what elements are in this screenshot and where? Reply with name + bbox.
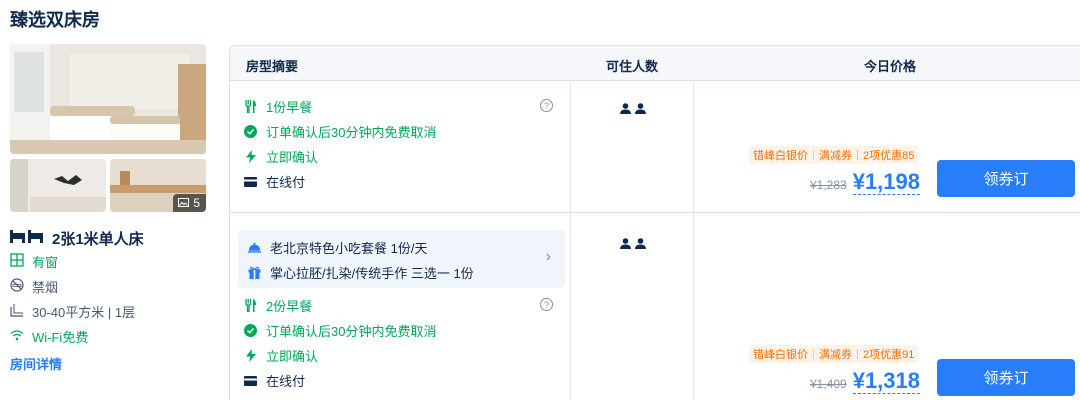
wifi-icon <box>10 329 24 344</box>
room-detail-link[interactable]: 房间详情 <box>10 354 62 373</box>
book-button[interactable]: 领券订 <box>937 160 1075 197</box>
feature-no-smoking: 禁烟 <box>10 277 58 296</box>
room-photo-thumb[interactable] <box>10 159 106 212</box>
feature-label: Wi-Fi免费 <box>32 330 89 345</box>
feature-area: 30-40平方米 | 1层 <box>10 302 135 321</box>
feature-label: 禁烟 <box>32 280 59 295</box>
perk-pay-online: 在线付 <box>244 172 305 191</box>
rate-table: 房型摘要 可住人数 今日价格 1份早餐 ? 订单确认后30分钟内免费取消 立即确… <box>229 45 1080 400</box>
feature-window: 有窗 <box>10 252 58 271</box>
occupancy-icons <box>620 101 646 119</box>
info-icon[interactable]: ? <box>540 99 553 112</box>
feature-label: 有窗 <box>32 255 59 270</box>
price-row: ¥1,409 ¥1,318 <box>810 369 920 394</box>
info-icon[interactable]: ? <box>540 298 553 311</box>
table-header: 房型摘要 可住人数 今日价格 <box>230 46 1080 81</box>
package-item: 掌心拉胚/扎染/传统手作 三选一 1份 <box>248 263 474 282</box>
lightning-icon <box>244 349 257 362</box>
bed-label: 2张1米单人床 <box>52 231 144 248</box>
person-icon <box>620 236 631 254</box>
chevron-right-icon[interactable]: › <box>546 248 551 266</box>
card-icon <box>244 175 257 188</box>
current-price[interactable]: ¥1,318 <box>852 369 920 394</box>
perk-label: 立即确认 <box>266 150 319 165</box>
cloche-icon <box>248 241 261 254</box>
photo-count-badge[interactable]: 5 <box>173 194 206 212</box>
gift-icon <box>248 266 261 279</box>
perk-label: 订单确认后30分钟内免费取消 <box>266 324 437 339</box>
package-label: 老北京特色小吃套餐 1份/天 <box>270 241 428 256</box>
price-row: ¥1,283 ¥1,198 <box>810 170 920 195</box>
book-button[interactable]: 领券订 <box>937 359 1075 396</box>
promo-tag: 错峰白银价 <box>753 150 808 162</box>
feature-wifi: Wi-Fi免费 <box>10 327 88 346</box>
promo-tag: 2项优惠91 <box>863 349 915 361</box>
perk-label: 订单确认后30分钟内免费取消 <box>266 125 437 140</box>
fork-knife-icon <box>244 100 257 113</box>
perk-label: 立即确认 <box>266 349 319 364</box>
package-item: 老北京特色小吃套餐 1份/天 <box>248 238 427 257</box>
perk-instant-confirm: 立即确认 <box>244 346 318 365</box>
column-divider <box>693 82 694 400</box>
perk-label: 1份早餐 <box>266 100 313 115</box>
promo-tag: 错峰白银价 <box>753 349 808 361</box>
area-icon <box>10 303 24 320</box>
promo-tags[interactable]: 错峰白银价 满减券 2项优惠85 <box>749 146 919 164</box>
perk-pay-online: 在线付 <box>244 371 305 390</box>
occupancy-icons <box>620 236 646 254</box>
package-label: 掌心拉胚/扎染/传统手作 三选一 1份 <box>270 266 474 281</box>
promo-tag: 满减券 <box>819 349 852 361</box>
perk-label: 在线付 <box>266 175 306 190</box>
room-photo-thumb[interactable]: 5 <box>110 159 206 212</box>
package-box[interactable]: 老北京特色小吃套餐 1份/天 掌心拉胚/扎染/传统手作 三选一 1份 › <box>238 230 565 288</box>
no-smoking-icon <box>10 278 24 295</box>
perk-free-cancel: 订单确认后30分钟内免费取消 <box>244 321 436 340</box>
perk-breakfast: 2份早餐 <box>244 296 312 315</box>
perk-instant-confirm: 立即确认 <box>244 147 318 166</box>
card-icon <box>244 374 257 387</box>
feature-label: 30-40平方米 | 1层 <box>32 305 136 320</box>
header-occupancy: 可住人数 <box>606 59 659 74</box>
person-icon <box>635 101 646 119</box>
bed-info: 2张1米单人床 <box>10 228 144 249</box>
image-icon <box>178 196 190 210</box>
promo-tags[interactable]: 错峰白银价 满减券 2项优惠91 <box>749 345 919 363</box>
check-circle-icon <box>244 324 257 337</box>
bed-icon <box>10 230 44 247</box>
header-summary: 房型摘要 <box>246 59 299 74</box>
header-price: 今日价格 <box>864 59 917 74</box>
promo-tag: 2项优惠85 <box>863 150 915 162</box>
person-icon <box>635 236 646 254</box>
room-title: 臻选双床房 <box>10 10 100 30</box>
promo-tag: 满减券 <box>819 150 852 162</box>
perk-label: 在线付 <box>266 374 306 389</box>
fork-knife-icon <box>244 299 257 312</box>
row-divider <box>230 212 1080 213</box>
room-photo-main[interactable] <box>10 44 206 154</box>
person-icon <box>620 101 631 119</box>
check-circle-icon <box>244 125 257 138</box>
current-price[interactable]: ¥1,198 <box>852 170 920 195</box>
original-price: ¥1,283 <box>810 178 847 192</box>
original-price: ¥1,409 <box>810 377 847 391</box>
photo-count: 5 <box>193 196 200 210</box>
perk-free-cancel: 订单确认后30分钟内免费取消 <box>244 122 436 141</box>
lightning-icon <box>244 150 257 163</box>
window-icon <box>10 253 24 270</box>
column-divider <box>570 82 571 400</box>
perk-breakfast: 1份早餐 <box>244 97 312 116</box>
perk-label: 2份早餐 <box>266 299 313 314</box>
